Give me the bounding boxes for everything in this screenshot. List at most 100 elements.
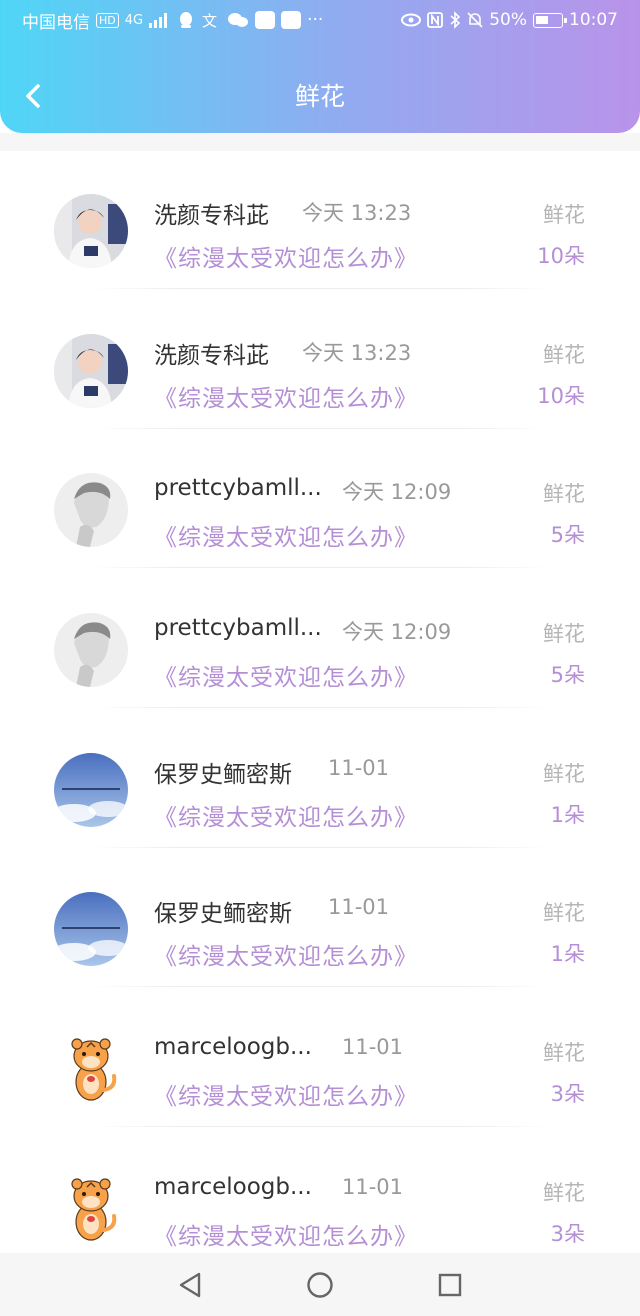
user-avatar-photo bbox=[54, 194, 128, 268]
flower-count: 3朵 bbox=[550, 1221, 585, 1246]
divider bbox=[90, 1126, 550, 1128]
book-title-link[interactable]: 《综漫太受欢迎怎么办》 bbox=[154, 798, 418, 832]
sender-name: 保罗史鲕密斯 bbox=[154, 901, 292, 928]
header: 中国电信 HD 4G 文 ··· 50% 10:07 鲜花 bbox=[0, 0, 640, 133]
message-app-icon bbox=[281, 11, 302, 29]
list-item[interactable]: marceloogb... 11-01 《综漫太受欢迎怎么办》 鲜花 3朵 bbox=[0, 989, 640, 1129]
list-item[interactable]: 保罗史鲕密斯 11-01 《综漫太受欢迎怎么办》 鲜花 1朵 bbox=[0, 710, 640, 850]
flower-count: 5朵 bbox=[550, 663, 585, 688]
app-icon bbox=[255, 11, 276, 29]
network-label: 4G bbox=[124, 12, 144, 28]
list-item[interactable]: prettcybamll... 今天 12:09 《综漫太受欢迎怎么办》 鲜花 5朵 bbox=[0, 570, 640, 710]
avatar[interactable] bbox=[54, 1032, 128, 1107]
eye-icon bbox=[401, 13, 422, 27]
nav-home-button[interactable] bbox=[300, 1265, 340, 1305]
square-recents-icon bbox=[438, 1273, 462, 1296]
gift-type-label: 鲜花 bbox=[543, 342, 585, 367]
flower-count: 3朵 bbox=[550, 1082, 585, 1107]
book-title-link[interactable]: 《综漫太受欢迎怎么办》 bbox=[154, 518, 418, 552]
list-item[interactable]: prettcybamll... 今天 12:09 《综漫太受欢迎怎么办》 鲜花 5朵 bbox=[0, 430, 640, 570]
flower-list: 洗颜专科茈 今天 13:23 《综漫太受欢迎怎么办》 鲜花 10朵 洗颜专科茈 今天 13:… bbox=[0, 151, 640, 1269]
divider bbox=[90, 567, 550, 569]
sender-name: 洗颜专科茈 bbox=[154, 342, 269, 369]
divider bbox=[90, 288, 550, 289]
sent-time: 11-01 bbox=[328, 755, 390, 780]
mute-bell-icon bbox=[467, 12, 483, 28]
flower-count: 1朵 bbox=[550, 802, 585, 827]
header-spacer bbox=[0, 133, 640, 151]
svg-text:文: 文 bbox=[202, 12, 217, 29]
sender-name: marceloogb... bbox=[154, 1173, 312, 1200]
signal-icon bbox=[149, 13, 168, 28]
status-bar: 中国电信 HD 4G 文 ··· 50% 10:07 bbox=[0, 0, 640, 40]
sender-name: 保罗史鲕密斯 bbox=[154, 761, 292, 788]
avatar[interactable] bbox=[54, 1171, 128, 1246]
gift-type-label: 鲜花 bbox=[543, 761, 585, 786]
user-avatar-photo bbox=[54, 613, 128, 688]
translate-icon: 文 bbox=[202, 12, 217, 29]
circle-home-icon bbox=[307, 1271, 333, 1298]
user-avatar-photo bbox=[54, 473, 128, 548]
more-notifications: ··· bbox=[307, 10, 324, 30]
sent-time: 今天 12:09 bbox=[342, 620, 452, 645]
nav-recents-button[interactable] bbox=[430, 1265, 470, 1305]
tiger-avatar bbox=[54, 1171, 128, 1246]
avatar[interactable] bbox=[54, 473, 128, 548]
book-title-link[interactable]: 《综漫太受欢迎怎么办》 bbox=[154, 379, 418, 413]
book-title-link[interactable]: 《综漫太受欢迎怎么办》 bbox=[154, 658, 418, 692]
qq-icon bbox=[180, 12, 193, 28]
book-title-link[interactable]: 《综漫太受欢迎怎么办》 bbox=[154, 239, 418, 273]
flower-count: 10朵 bbox=[537, 244, 585, 268]
divider bbox=[90, 427, 550, 429]
list-item[interactable]: 洗颜专科茈 今天 13:23 《综漫太受欢迎怎么办》 鲜花 10朵 bbox=[0, 151, 640, 291]
book-title-link[interactable]: 《综漫太受欢迎怎么办》 bbox=[154, 1217, 418, 1251]
sender-name: 洗颜专科茈 bbox=[154, 203, 269, 229]
divider bbox=[90, 986, 550, 988]
tiger-avatar bbox=[54, 1032, 128, 1107]
user-avatar-photo bbox=[54, 333, 128, 408]
list-item[interactable]: marceloogb... 11-01 《综漫太受欢迎怎么办》 鲜花 3朵 bbox=[0, 1129, 640, 1269]
hd-badge: HD bbox=[96, 12, 119, 28]
gift-type-label: 鲜花 bbox=[543, 901, 585, 926]
avatar[interactable] bbox=[54, 613, 128, 688]
flower-count: 5朵 bbox=[550, 523, 585, 548]
avatar[interactable] bbox=[54, 752, 128, 827]
battery-percent: 50% bbox=[489, 10, 527, 30]
user-avatar-photo bbox=[54, 752, 128, 827]
book-title-link[interactable]: 《综漫太受欢迎怎么办》 bbox=[154, 937, 418, 971]
triangle-back-icon bbox=[179, 1272, 201, 1297]
flower-count: 10朵 bbox=[537, 383, 585, 408]
divider bbox=[90, 846, 550, 848]
sent-time: 今天 13:23 bbox=[302, 340, 412, 365]
user-avatar-photo bbox=[54, 892, 128, 967]
gift-type-label: 鲜花 bbox=[543, 1041, 585, 1066]
flower-count: 1朵 bbox=[550, 942, 585, 967]
nfc-icon bbox=[427, 12, 444, 28]
avatar[interactable] bbox=[54, 333, 128, 408]
nav-back-button[interactable] bbox=[170, 1265, 210, 1305]
gift-type-label: 鲜花 bbox=[543, 1180, 585, 1205]
system-nav-bar bbox=[0, 1253, 640, 1316]
sent-time: 11-01 bbox=[328, 895, 390, 920]
sender-name: prettcybamll... bbox=[154, 615, 322, 642]
sent-time: 今天 12:09 bbox=[342, 480, 452, 505]
sent-time: 今天 13:23 bbox=[302, 201, 412, 225]
gift-type-label: 鲜花 bbox=[543, 482, 585, 507]
sender-name: marceloogb... bbox=[154, 1034, 312, 1061]
sent-time: 11-01 bbox=[342, 1035, 404, 1060]
bluetooth-icon bbox=[450, 11, 461, 29]
divider bbox=[90, 707, 550, 709]
gift-type-label: 鲜花 bbox=[543, 203, 585, 227]
sender-name: prettcybamll... bbox=[154, 475, 322, 502]
avatar[interactable] bbox=[54, 194, 128, 268]
avatar[interactable] bbox=[54, 892, 128, 967]
battery-icon bbox=[533, 12, 567, 28]
list-item[interactable]: 洗颜专科茈 今天 13:23 《综漫太受欢迎怎么办》 鲜花 10朵 bbox=[0, 291, 640, 431]
page-title: 鲜花 bbox=[294, 82, 345, 111]
wechat-icon bbox=[228, 13, 249, 27]
list-item[interactable]: 保罗史鲕密斯 11-01 《综漫太受欢迎怎么办》 鲜花 1朵 bbox=[0, 849, 640, 989]
carrier-label: 中国电信 bbox=[22, 12, 90, 33]
clock: 10:07 bbox=[569, 10, 618, 30]
book-title-link[interactable]: 《综漫太受欢迎怎么办》 bbox=[154, 1077, 418, 1111]
gift-type-label: 鲜花 bbox=[543, 622, 585, 647]
